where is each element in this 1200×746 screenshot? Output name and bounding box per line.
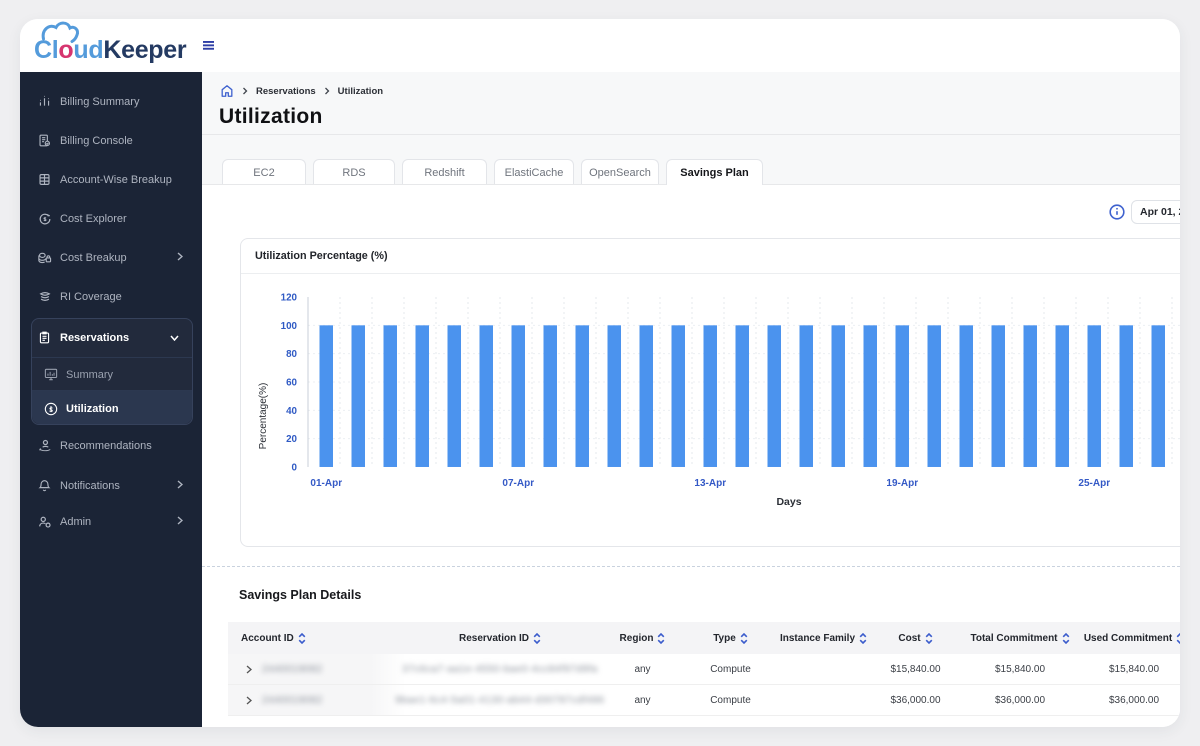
- svg-text:07-Apr: 07-Apr: [502, 478, 534, 489]
- svg-text:20: 20: [286, 434, 297, 445]
- svg-text:100: 100: [281, 321, 298, 332]
- svg-text:120: 120: [281, 293, 298, 304]
- svg-text:80: 80: [286, 349, 297, 360]
- svg-text:40: 40: [286, 406, 297, 417]
- svg-text:CloudKeeper: CloudKeeper: [34, 36, 187, 64]
- svg-text:0: 0: [292, 462, 298, 473]
- svg-text:01-Apr: 01-Apr: [310, 478, 342, 489]
- svg-text:13-Apr: 13-Apr: [694, 478, 726, 489]
- svg-text:Days: Days: [776, 496, 801, 508]
- svg-text:25-Apr: 25-Apr: [1078, 478, 1110, 489]
- svg-text:Percentage(%): Percentage(%): [258, 383, 269, 450]
- svg-text:60: 60: [286, 377, 297, 388]
- svg-text:19-Apr: 19-Apr: [886, 478, 918, 489]
